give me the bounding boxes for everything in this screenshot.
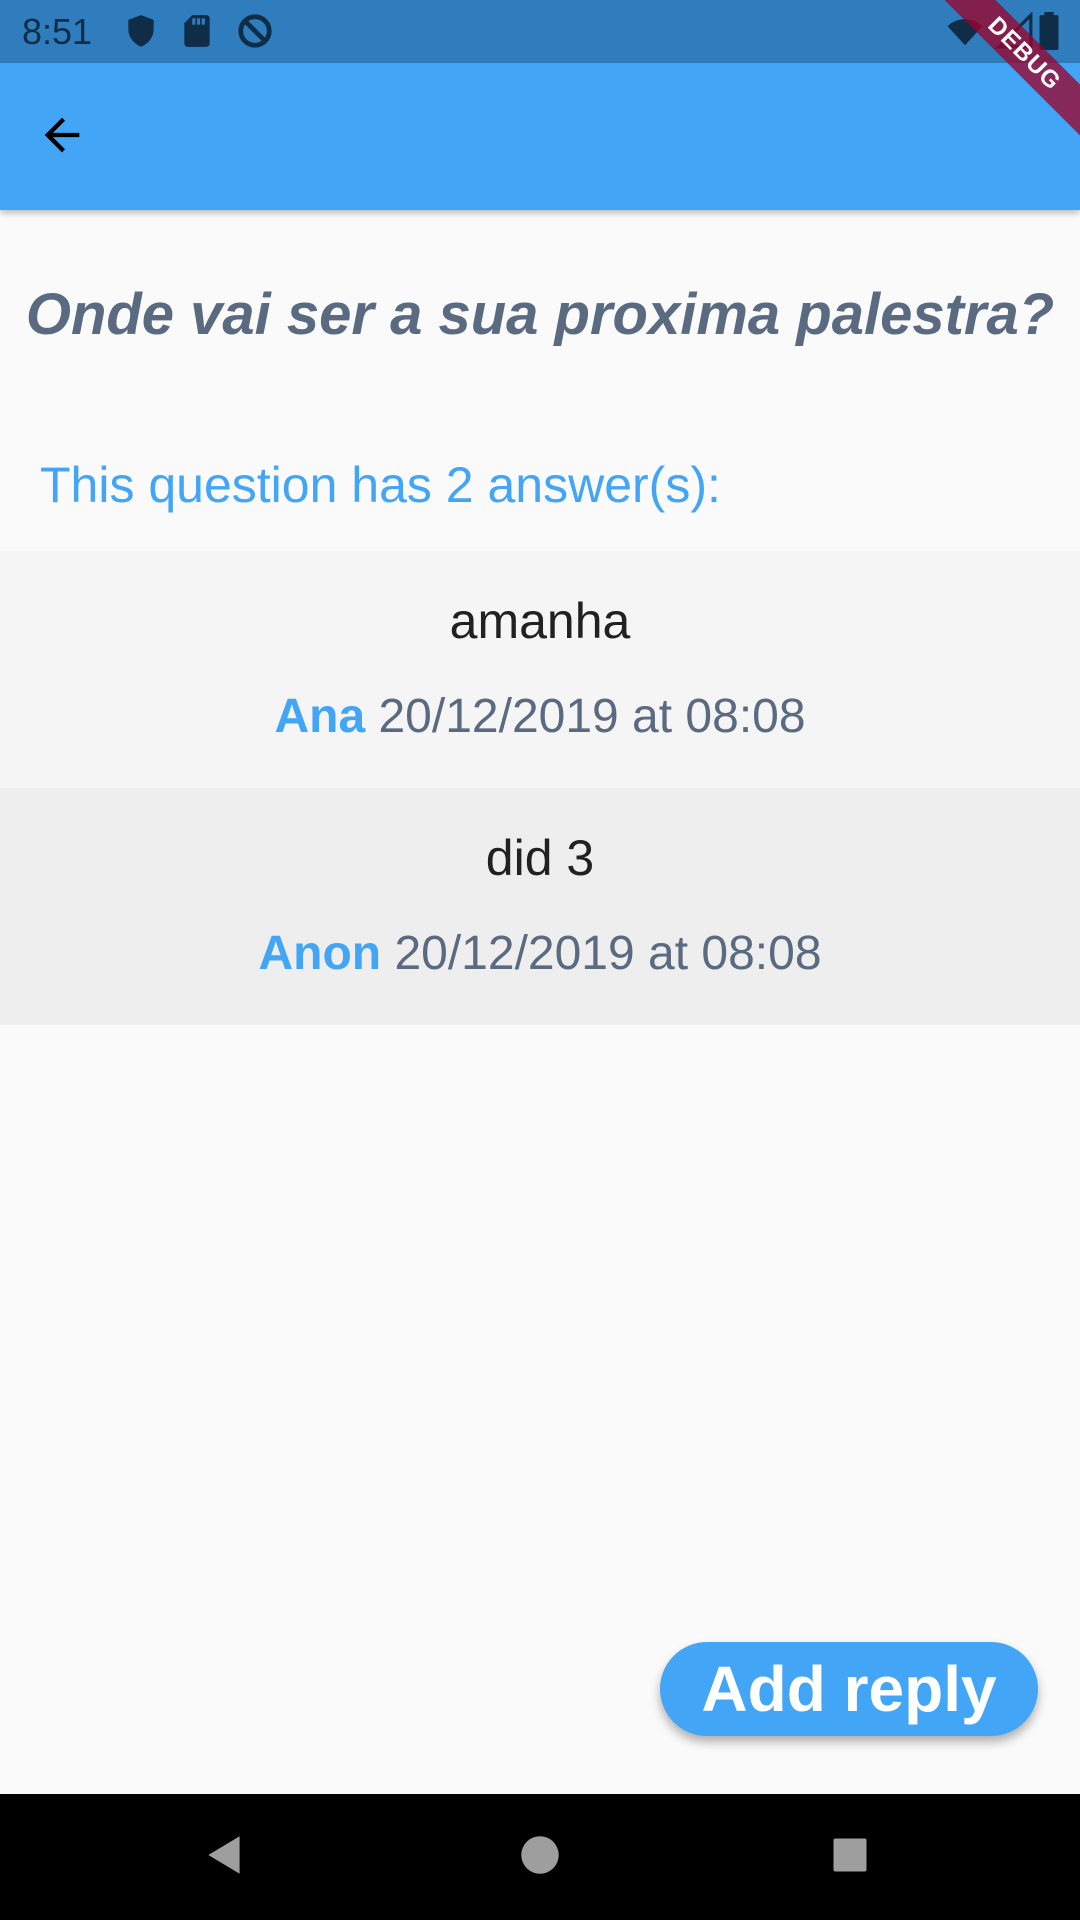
do-not-disturb-icon xyxy=(236,12,274,50)
status-bar: 8:51 xyxy=(0,0,1080,63)
wifi-icon xyxy=(946,12,984,50)
answer-item[interactable]: amanha Ana 20/12/2019 at 08:08 xyxy=(0,551,1080,788)
recents-square-icon xyxy=(828,1833,872,1882)
add-reply-button[interactable]: Add reply xyxy=(660,1642,1038,1736)
app-bar xyxy=(0,63,1080,210)
shield-icon xyxy=(122,12,160,50)
question-title: Onde vai ser a sua proxima palestra? xyxy=(25,282,1055,347)
navigation-bar xyxy=(0,1794,1080,1920)
sd-card-icon xyxy=(178,12,216,50)
answer-author: Anon xyxy=(258,927,382,980)
cell-signal-icon xyxy=(995,11,1034,50)
answer-meta: Anon 20/12/2019 at 08:08 xyxy=(0,923,1080,985)
answer-text: did 3 xyxy=(485,830,595,886)
answer-item[interactable]: did 3 Anon 20/12/2019 at 08:08 xyxy=(0,788,1080,1025)
back-triangle-icon xyxy=(200,1830,250,1885)
answer-meta: Ana 20/12/2019 at 08:08 xyxy=(0,686,1080,748)
back-button[interactable] xyxy=(28,103,96,171)
nav-back-button[interactable] xyxy=(195,1827,255,1887)
nav-home-button[interactable] xyxy=(510,1827,570,1887)
answer-timestamp: 20/12/2019 at 08:08 xyxy=(378,690,806,743)
answer-text: amanha xyxy=(449,593,631,649)
nav-recents-button[interactable] xyxy=(820,1827,880,1887)
arrow-back-icon xyxy=(36,109,88,166)
answer-list: amanha Ana 20/12/2019 at 08:08 did 3 Ano… xyxy=(0,551,1080,1025)
battery-icon xyxy=(1036,12,1074,50)
home-circle-icon xyxy=(515,1830,565,1885)
status-time: 8:51 xyxy=(22,11,93,52)
answers-count: This question has 2 answer(s): xyxy=(40,457,721,513)
answer-author: Ana xyxy=(274,690,366,743)
answer-timestamp: 20/12/2019 at 08:08 xyxy=(394,927,822,980)
